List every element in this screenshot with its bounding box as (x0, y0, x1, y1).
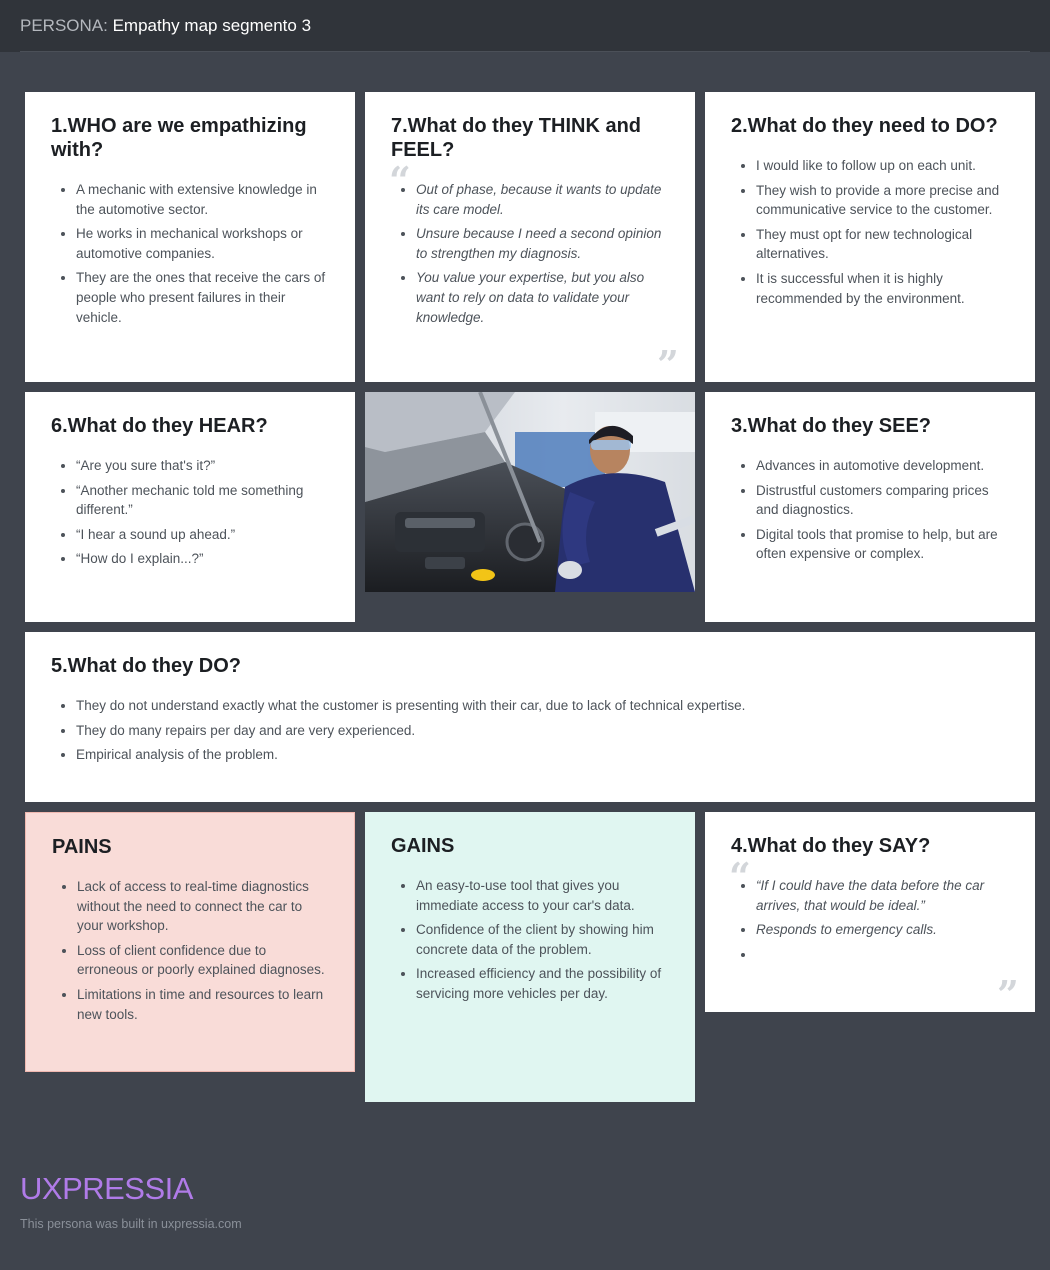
think-feel-title: 7.What do they THINK and FEEL? (391, 115, 641, 161)
list-item: You value your expertise, but you also w… (416, 268, 669, 327)
list-item: They wish to provide a more precise and … (756, 181, 1009, 220)
see-card[interactable]: 3.What do they SEE? Advances in automoti… (705, 392, 1035, 622)
hear-title: 6.What do they HEAR? (51, 415, 268, 437)
list-item: “Another mechanic told me something diff… (76, 481, 329, 520)
pains-list: Lack of access to real-time diagnostics … (52, 877, 328, 1024)
who-title: 1.WHO are we empathizing with? (51, 115, 307, 161)
list-item: Confidence of the client by showing him … (416, 920, 669, 959)
list-item: They do not understand exactly what the … (76, 696, 1009, 716)
page-title: PERSONA: Empathy map segmento 3 (20, 16, 311, 36)
need-to-do-card[interactable]: 2.What do they need to DO? I would like … (705, 92, 1035, 382)
list-item: “I hear a sound up ahead.” (76, 525, 329, 545)
list-item: “How do I explain...?” (76, 549, 329, 569)
list-item: He works in mechanical workshops or auto… (76, 224, 329, 263)
gains-title: GAINS (391, 835, 455, 857)
think-feel-card[interactable]: 7.What do they THINK and FEEL? “ Out of … (365, 92, 695, 387)
list-item: Distrustful customers comparing prices a… (756, 481, 1009, 520)
open-quote-icon: “ (389, 158, 411, 203)
list-item: They are the ones that receive the cars … (76, 268, 329, 327)
top-bar: PERSONA: Empathy map segmento 3 (0, 0, 1050, 52)
list-item: They must opt for new technological alte… (756, 225, 1009, 264)
hear-list: “Are you sure that's it?” “Another mecha… (51, 456, 329, 569)
see-list: Advances in automotive development. Dist… (731, 456, 1009, 564)
say-card[interactable]: 4.What do they SAY? “ “If I could have t… (705, 812, 1035, 1017)
list-item: I would like to follow up on each unit. (756, 156, 1009, 176)
list-item: Advances in automotive development. (756, 456, 1009, 476)
do-list: They do not understand exactly what the … (51, 696, 1009, 765)
list-item: Limitations in time and resources to lea… (77, 985, 328, 1024)
need-to-do-title: 2.What do they need to DO? (731, 115, 998, 137)
pains-title: PAINS (52, 836, 112, 858)
close-quote-icon: ” (657, 342, 679, 387)
list-item: A mechanic with extensive knowledge in t… (76, 180, 329, 219)
who-card[interactable]: 1.WHO are we empathizing with? A mechani… (25, 92, 355, 382)
list-item: Loss of client confidence due to erroneo… (77, 941, 328, 980)
gains-list: An easy-to-use tool that gives you immed… (391, 876, 669, 1004)
need-to-do-list: I would like to follow up on each unit. … (731, 156, 1009, 308)
list-item: An easy-to-use tool that gives you immed… (416, 876, 669, 915)
say-title: 4.What do they SAY? (731, 835, 931, 857)
open-quote-icon: “ (729, 854, 751, 899)
list-item: They do many repairs per day and are ver… (76, 721, 1009, 741)
list-item: Digital tools that promise to help, but … (756, 525, 1009, 564)
hear-card[interactable]: 6.What do they HEAR? “Are you sure that'… (25, 392, 355, 622)
do-card[interactable]: 5.What do they DO? They do not understan… (25, 632, 1035, 802)
list-item (756, 945, 1009, 965)
pains-card[interactable]: PAINS Lack of access to real-time diagno… (25, 812, 355, 1072)
gains-card[interactable]: GAINS An easy-to-use tool that gives you… (365, 812, 695, 1102)
uxpressia-logo[interactable]: UXPRESSIA (20, 1170, 193, 1208)
mechanic-engine-image (365, 392, 695, 592)
list-item: “If I could have the data before the car… (756, 876, 1009, 915)
list-item: “Are you sure that's it?” (76, 456, 329, 476)
list-item: Lack of access to real-time diagnostics … (77, 877, 328, 936)
see-title: 3.What do they SEE? (731, 415, 932, 437)
list-item: Responds to emergency calls. (756, 920, 1009, 940)
close-quote-icon: ” (997, 972, 1019, 1017)
list-item: Increased efficiency and the possibility… (416, 964, 669, 1003)
persona-prefix: PERSONA: (20, 16, 108, 35)
header-divider (20, 51, 1030, 52)
list-item: Unsure because I need a second opinion t… (416, 224, 669, 263)
list-item: Empirical analysis of the problem. (76, 745, 1009, 765)
think-feel-list: Out of phase, because it wants to update… (391, 180, 669, 327)
list-item: Out of phase, because it wants to update… (416, 180, 669, 219)
say-list: “If I could have the data before the car… (731, 876, 1009, 964)
do-title: 5.What do they DO? (51, 655, 241, 677)
footer-note: This persona was built in uxpressia.com (20, 1217, 242, 1231)
persona-photo[interactable] (365, 392, 695, 592)
persona-name[interactable]: Empathy map segmento 3 (113, 16, 311, 35)
list-item: It is successful when it is highly recom… (756, 269, 1009, 308)
who-list: A mechanic with extensive knowledge in t… (51, 180, 329, 327)
